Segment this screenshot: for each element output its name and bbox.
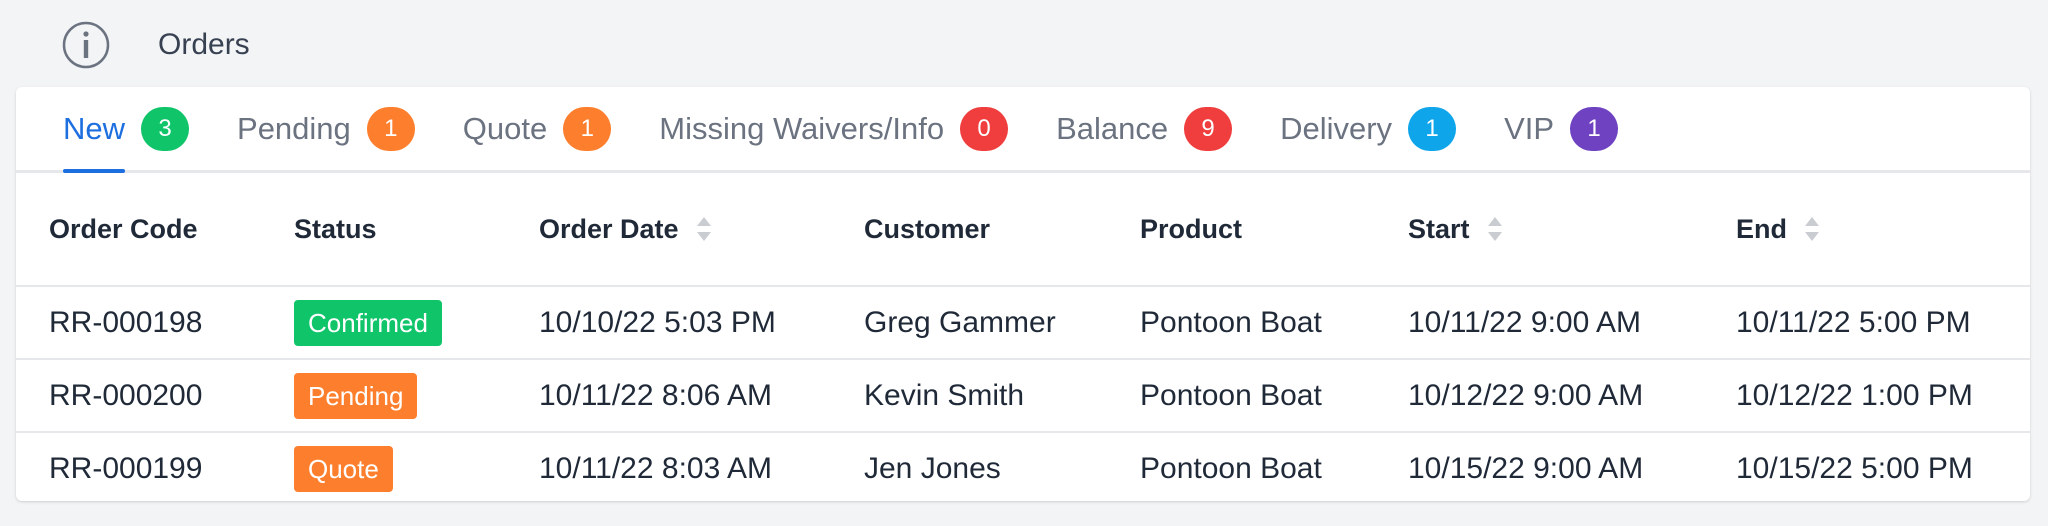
order-date-cell: 10/11/22 8:06 AM bbox=[539, 359, 864, 433]
tab-vip[interactable]: VIP 1 bbox=[1504, 87, 1619, 170]
order-date-cell: 10/10/22 5:03 PM bbox=[539, 286, 864, 360]
sort-icon[interactable] bbox=[1803, 215, 1821, 243]
info-circle-icon[interactable] bbox=[60, 19, 112, 71]
customer-cell: Jen Jones bbox=[864, 451, 1001, 485]
column-header-label: Customer bbox=[864, 213, 991, 244]
column-header-label: Status bbox=[294, 213, 377, 244]
tab-balance[interactable]: Balance 9 bbox=[1056, 87, 1233, 170]
order-code-cell[interactable]: RR-000198 bbox=[16, 286, 294, 360]
tab-quote[interactable]: Quote 1 bbox=[462, 87, 612, 170]
column-header-label: Product bbox=[1140, 213, 1243, 244]
column-header-status: Status bbox=[294, 173, 539, 287]
start-cell: 10/15/22 9:00 AM bbox=[1408, 451, 1644, 485]
order-code-cell[interactable]: RR-000199 bbox=[16, 432, 294, 501]
table-row[interactable]: RR-000198 Confirmed 10/10/22 5:03 PM Gre… bbox=[16, 286, 2030, 360]
sort-icon[interactable] bbox=[695, 215, 713, 243]
tab-count-badge: 1 bbox=[366, 106, 415, 151]
column-header-label: Order Date bbox=[539, 213, 679, 244]
end-cell: 10/15/22 5:00 PM bbox=[1736, 451, 1973, 485]
tab-count-badge: 0 bbox=[960, 106, 1009, 151]
tab-count-badge: 1 bbox=[563, 106, 612, 151]
tab-label: New bbox=[63, 110, 126, 146]
tab-count-badge: 9 bbox=[1184, 106, 1233, 151]
column-header-product: Product bbox=[1140, 173, 1408, 287]
table-row[interactable]: RR-000199 Quote 10/11/22 8:03 AM Jen Jon… bbox=[16, 432, 2030, 501]
tab-new[interactable]: New 3 bbox=[63, 87, 190, 173]
column-header-order-date[interactable]: Order Date bbox=[539, 173, 864, 287]
column-header-label: End bbox=[1736, 213, 1787, 244]
table-row[interactable]: RR-000200 Pending 10/11/22 8:06 AM Kevin… bbox=[16, 359, 2030, 433]
page-header: Orders bbox=[60, 18, 250, 72]
status-badge: Quote bbox=[294, 445, 393, 492]
start-cell: 10/12/22 9:00 AM bbox=[1408, 359, 1736, 433]
page-title: Orders bbox=[158, 28, 250, 61]
column-header-order-code: Order Code bbox=[16, 173, 294, 287]
tab-label: Balance bbox=[1056, 110, 1169, 146]
tab-label: VIP bbox=[1504, 110, 1555, 146]
order-date-cell: 10/11/22 8:03 AM bbox=[539, 451, 772, 485]
order-tabs: New 3 Pending 1 Quote 1 Missing Waivers/… bbox=[16, 87, 2030, 173]
status-cell: Pending bbox=[294, 359, 539, 433]
column-header-customer: Customer bbox=[864, 173, 1140, 287]
customer-cell: Greg Gammer bbox=[864, 286, 1140, 360]
tab-delivery[interactable]: Delivery 1 bbox=[1280, 87, 1457, 170]
tab-label: Pending bbox=[237, 110, 351, 146]
status-badge: Pending bbox=[294, 372, 418, 419]
table-header-row: Order Code Status Order Date Customer Pr… bbox=[16, 173, 2030, 287]
status-badge: Confirmed bbox=[294, 299, 442, 346]
tab-count-badge: 1 bbox=[1408, 106, 1457, 151]
product-cell: Pontoon Boat bbox=[1140, 286, 1408, 360]
customer-cell: Kevin Smith bbox=[864, 359, 1140, 433]
orders-card: New 3 Pending 1 Quote 1 Missing Waivers/… bbox=[16, 87, 2030, 501]
orders-table: Order Code Status Order Date Customer Pr… bbox=[16, 173, 2030, 501]
tab-label: Delivery bbox=[1280, 110, 1393, 146]
order-code-cell[interactable]: RR-000200 bbox=[16, 359, 294, 433]
end-cell: 10/12/22 1:00 PM bbox=[1736, 359, 2030, 433]
status-cell: Confirmed bbox=[294, 286, 539, 360]
sort-icon[interactable] bbox=[1486, 215, 1504, 243]
status-cell: Quote bbox=[294, 432, 539, 501]
tab-count-badge: 3 bbox=[141, 106, 190, 151]
product-cell: Pontoon Boat bbox=[1140, 359, 1408, 433]
tab-pending[interactable]: Pending 1 bbox=[237, 87, 415, 170]
end-cell: 10/11/22 5:00 PM bbox=[1736, 286, 2030, 360]
tab-label: Quote bbox=[462, 110, 548, 146]
column-header-end[interactable]: End bbox=[1736, 173, 2030, 287]
start-cell: 10/11/22 9:00 AM bbox=[1408, 286, 1736, 360]
product-cell: Pontoon Boat bbox=[1140, 451, 1322, 485]
tab-missing-waivers-info[interactable]: Missing Waivers/Info 0 bbox=[659, 87, 1009, 170]
column-header-start[interactable]: Start bbox=[1408, 173, 1736, 287]
column-header-label: Start bbox=[1408, 213, 1470, 244]
tab-label: Missing Waivers/Info bbox=[659, 110, 945, 146]
column-header-label: Order Code bbox=[49, 213, 198, 244]
tab-count-badge: 1 bbox=[1570, 106, 1619, 151]
